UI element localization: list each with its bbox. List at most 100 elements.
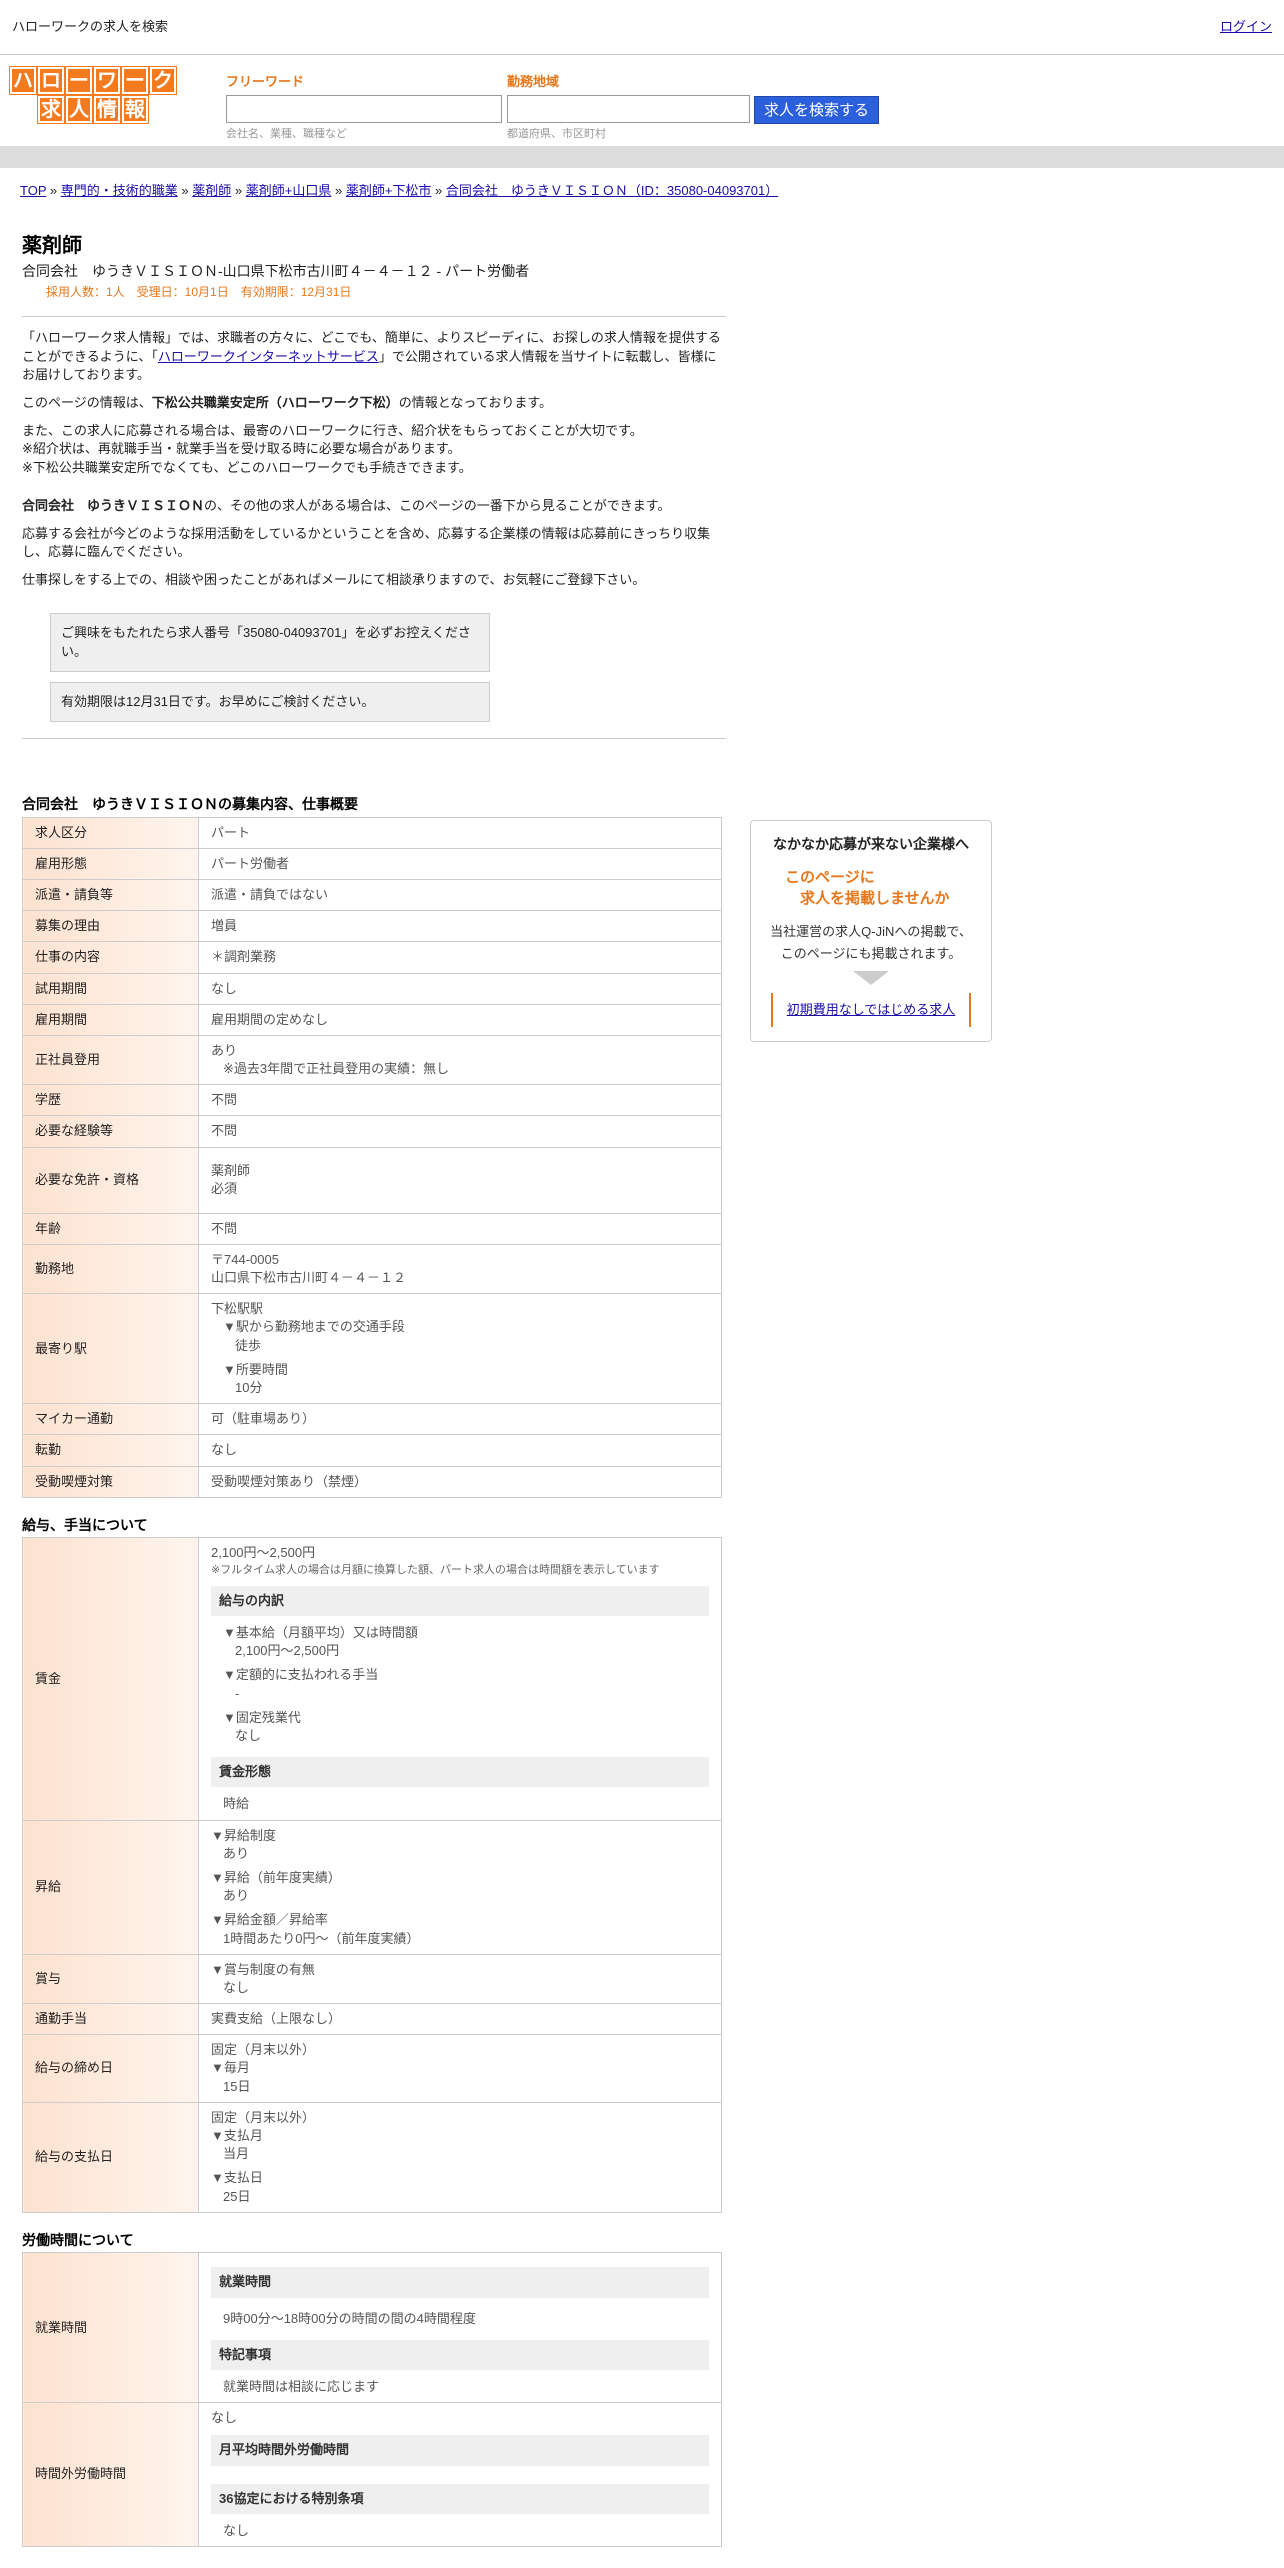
row-label: 給与の締め日 bbox=[22, 2034, 199, 2103]
row-value: なし bbox=[198, 1434, 722, 1467]
row-label: 賞与 bbox=[22, 1953, 199, 2005]
row-value: 就業時間 9時00分〜18時00分の時間の間の4時間程度 特記事項 就業時間は相… bbox=[198, 2252, 722, 2404]
table-row: 受動喫煙対策 受動喫煙対策あり（禁煙） bbox=[22, 1465, 722, 1498]
table-row: 給与の締め日 固定（月末以外） ▼毎月 15日 bbox=[22, 2034, 722, 2103]
row-label: 必要な経験等 bbox=[22, 1115, 199, 1148]
breadcrumb-pref[interactable]: 薬剤師+山口県 bbox=[246, 183, 332, 198]
row-value: 受動喫煙対策あり（禁煙） bbox=[198, 1465, 722, 1498]
free-start-link[interactable]: 初期費用なしではじめる求人 bbox=[787, 1002, 956, 1017]
sidebar-link-box: 初期費用なしではじめる求人 bbox=[771, 992, 971, 1027]
table-row: 学歴 不問 bbox=[22, 1084, 722, 1117]
table-row: 最寄り駅 下松駅駅 ▼駅から勤務地までの交通手段 徒歩 ▼所要時間 10分 bbox=[22, 1293, 722, 1405]
breadcrumb-city[interactable]: 薬剤師+下松市 bbox=[346, 183, 432, 198]
row-label: 時間外労働時間 bbox=[22, 2402, 199, 2547]
sidebar-offer: このページに 求人を掲載しませんか bbox=[785, 868, 950, 907]
row-label: マイカー通勤 bbox=[22, 1403, 199, 1436]
row-label: 通勤手当 bbox=[22, 2003, 199, 2036]
table-row: 賃金 2,100円〜2,500円 ※フルタイム求人の場合は月額に換算した額、パー… bbox=[22, 1537, 722, 1821]
row-value: なし 月平均時間外労働時間 36協定における特別条項 なし bbox=[198, 2402, 722, 2547]
table-row: 試用期間 なし bbox=[22, 972, 722, 1005]
row-value: 固定（月末以外） ▼毎月 15日 bbox=[198, 2034, 722, 2103]
row-value: 下松駅駅 ▼駅から勤務地までの交通手段 徒歩 ▼所要時間 10分 bbox=[198, 1293, 722, 1405]
sub-heading: 36協定における特別条項 bbox=[211, 2483, 709, 2514]
row-label: 勤務地 bbox=[22, 1243, 199, 1295]
sub-heading: 給与の内訳 bbox=[211, 1585, 709, 1617]
page-title: 薬剤師 bbox=[22, 235, 82, 257]
hellowork-service-link[interactable]: ハローワークインターネットサービス bbox=[158, 349, 379, 364]
row-value: 可（駐車場あり） bbox=[198, 1403, 722, 1436]
row-value: 不問 bbox=[198, 1084, 722, 1117]
row-label: 給与の支払日 bbox=[22, 2101, 199, 2213]
site-logo[interactable]: ハローワーク 求人情報 bbox=[4, 66, 182, 125]
hours-heading: 労働時間について bbox=[22, 2231, 134, 2248]
job-number-notice: ご興味をもたれたら求人番号「35080-04093701」を必ずお控えください。 bbox=[50, 613, 490, 672]
search-button[interactable]: 求人を検索する bbox=[754, 96, 879, 124]
table-row: 勤務地 〒744-0005 山口県下松市古川町４－４－１２ bbox=[22, 1243, 722, 1295]
row-label: 雇用形態 bbox=[22, 847, 199, 880]
row-label: 仕事の内容 bbox=[22, 941, 199, 974]
login-link[interactable]: ログイン bbox=[1220, 18, 1272, 36]
logo-char: 報 bbox=[121, 95, 149, 124]
overview-table: 求人区分 パート 雇用形態 パート労働者 派遣・請負等 派遣・請負ではない 募集の理由… bbox=[22, 816, 722, 1498]
row-label: 就業時間 bbox=[22, 2252, 199, 2404]
divider bbox=[22, 316, 726, 318]
table-row: 雇用形態 パート労働者 bbox=[22, 847, 722, 880]
row-label: 求人区分 bbox=[22, 816, 199, 849]
row-label: 必要な免許・資格 bbox=[22, 1146, 199, 1214]
advertise-sidebar: なかなか応募が来ない企業様へ このページに 求人を掲載しませんか 当社運営の求人… bbox=[750, 820, 992, 1042]
table-row: 必要な免許・資格 薬剤師 必須 bbox=[22, 1146, 722, 1214]
breadcrumb: TOP » 専門的・技術的職業 » 薬剤師 » 薬剤師+山口県 » 薬剤師+下松… bbox=[20, 183, 779, 198]
row-value: 不問 bbox=[198, 1212, 722, 1245]
row-value: あり ※過去3年間で正社員登用の実績：無し bbox=[198, 1034, 722, 1086]
freeword-hint: 会社名、業種、職種など bbox=[226, 128, 347, 141]
table-row: 正社員登用 あり ※過去3年間で正社員登用の実績：無し bbox=[22, 1034, 722, 1086]
intro-paragraph: 「ハローワーク求人情報」では、求職者の方々に、どこでも、簡単に、よりスピーディに… bbox=[22, 330, 721, 382]
divider bbox=[22, 738, 726, 740]
table-row: 就業時間 就業時間 9時00分〜18時00分の時間の間の4時間程度 特記事項 就… bbox=[22, 2252, 722, 2404]
row-label: 正社員登用 bbox=[22, 1034, 199, 1086]
row-label: 派遣・請負等 bbox=[22, 878, 199, 912]
row-value: パート bbox=[198, 816, 722, 849]
down-arrow-icon bbox=[853, 970, 889, 985]
logo-char: ロ bbox=[37, 66, 65, 95]
breadcrumb-top[interactable]: TOP bbox=[20, 183, 46, 198]
row-value: 薬剤師 必須 bbox=[198, 1146, 722, 1214]
freeword-field-group: フリーワード 会社名、業種、職種など bbox=[226, 73, 502, 143]
overview-heading: 合同会社 ゆうきＶＩＳＩＯＮの募集内容、仕事概要 bbox=[22, 796, 358, 813]
sub-heading: 月平均時間外労働時間 bbox=[211, 2435, 709, 2466]
row-label: 試用期間 bbox=[22, 972, 199, 1005]
table-row: 賞与 ▼賞与制度の有無 なし bbox=[22, 1953, 722, 2005]
area-hint: 都道府県、市区町村 bbox=[507, 128, 606, 141]
area-input[interactable] bbox=[507, 95, 750, 124]
table-row: 通勤手当 実費支給（上限なし） bbox=[22, 2003, 722, 2036]
hours-table: 就業時間 就業時間 9時00分〜18時00分の時間の間の4時間程度 特記事項 就… bbox=[22, 2252, 722, 2547]
row-label: 受動喫煙対策 bbox=[22, 1465, 199, 1498]
table-row: 転勤 なし bbox=[22, 1434, 722, 1467]
area-field-group: 勤務地域 都道府県、市区町村 bbox=[507, 73, 750, 143]
sub-heading: 特記事項 bbox=[211, 2339, 709, 2370]
site-title: ハローワークの求人を検索 bbox=[12, 18, 169, 34]
table-row: 昇給 ▼昇給制度 あり ▼昇給（前年度実績） あり ▼昇給金額／昇給率 1時間あたり0… bbox=[22, 1819, 722, 1955]
table-row: 必要な経験等 不問 bbox=[22, 1115, 722, 1148]
row-label: 年齢 bbox=[22, 1212, 199, 1245]
row-label: 雇用期間 bbox=[22, 1003, 199, 1036]
breadcrumb-company[interactable]: 合同会社 ゆうきＶＩＳＩＯＮ（ID：35080-04093701） bbox=[446, 183, 778, 198]
row-label: 賃金 bbox=[22, 1537, 199, 1821]
table-row: 年齢 不問 bbox=[22, 1212, 722, 1245]
salary-heading: 給与、手当について bbox=[22, 1516, 148, 1533]
expiry-notice: 有効期限は12月31日です。お早めにご検討ください。 bbox=[50, 681, 490, 723]
row-value: ＊調剤業務 bbox=[198, 941, 722, 974]
table-row: 求人区分 パート bbox=[22, 816, 722, 849]
logo-char: ク bbox=[149, 66, 177, 95]
breadcrumb-category[interactable]: 専門的・技術的職業 bbox=[61, 183, 178, 198]
sidebar-heading: なかなか応募が来ない企業様へ bbox=[773, 836, 969, 852]
row-value: 〒744-0005 山口県下松市古川町４－４－１２ bbox=[198, 1243, 722, 1295]
table-row: 募集の理由 増員 bbox=[22, 910, 722, 943]
sidebar-description: 当社運営の求人Q-JiNへの掲載で、 このページにも掲載されます。 bbox=[770, 923, 972, 961]
table-row: 雇用期間 雇用期間の定めなし bbox=[22, 1003, 722, 1036]
breadcrumb-job[interactable]: 薬剤師 bbox=[192, 183, 231, 198]
source-paragraph: このページの情報は、下松公共職業安定所（ハローワーク下松）の情報となっております… bbox=[22, 394, 553, 410]
freeword-input[interactable] bbox=[226, 95, 502, 124]
divider-band bbox=[0, 146, 1284, 168]
row-label: 昇給 bbox=[22, 1819, 199, 1955]
